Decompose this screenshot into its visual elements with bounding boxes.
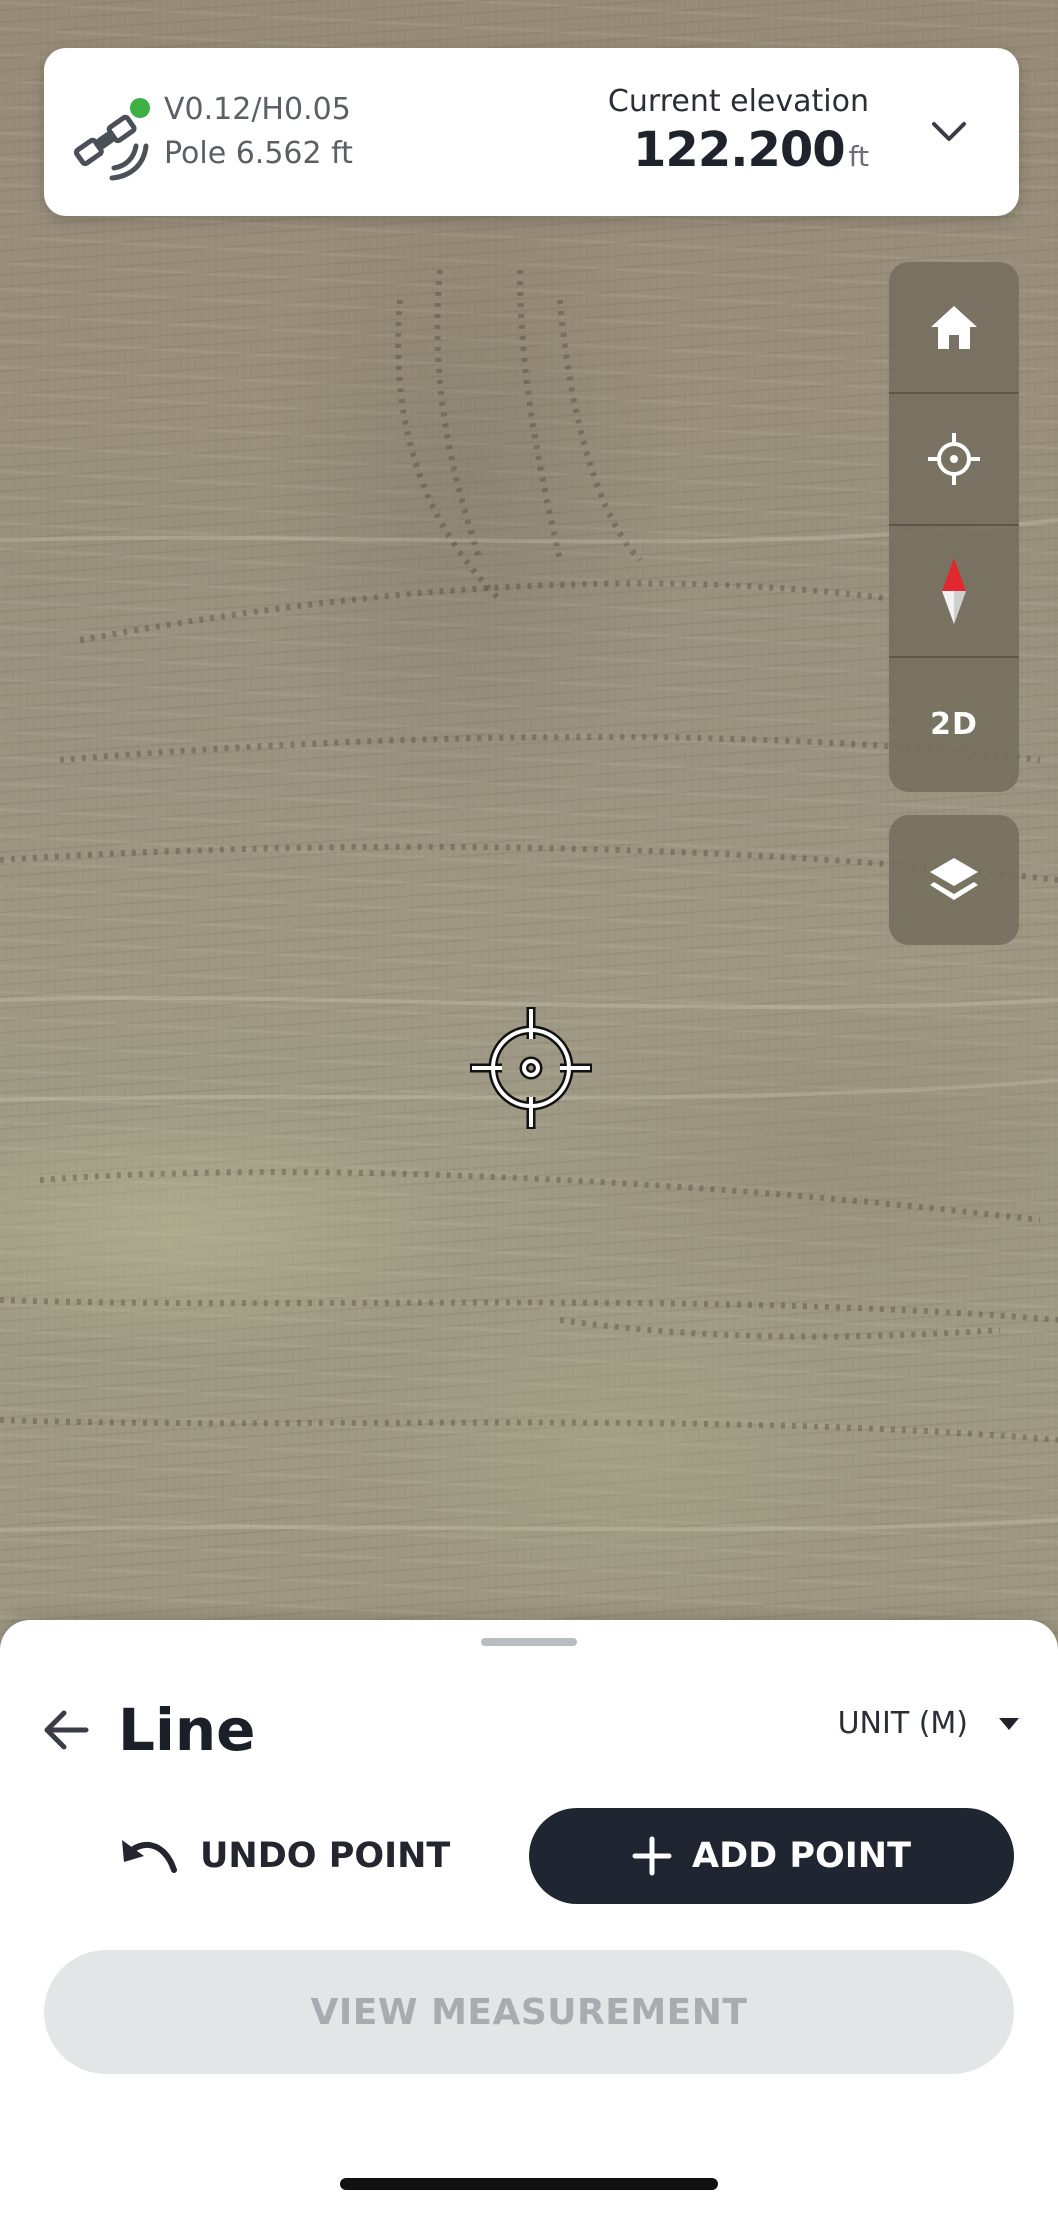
locate-me-button[interactable]: [889, 394, 1019, 526]
sheet-title: Line: [118, 1696, 256, 1764]
pole-height-text: Pole 6.562 ft: [164, 136, 353, 171]
home-button[interactable]: [889, 262, 1019, 394]
chevron-down-icon: [932, 122, 966, 141]
measure-line-sheet: Line UNIT (M) UNDO POINT ADD POINT VIEW …: [0, 1620, 1058, 2217]
elevation-label: Current elevation: [607, 84, 869, 119]
add-point-label: ADD POINT: [692, 1836, 911, 1876]
add-point-button[interactable]: ADD POINT: [529, 1808, 1014, 1904]
sheet-grabber[interactable]: [481, 1638, 577, 1646]
locate-crosshair-icon: [928, 433, 980, 485]
plus-icon: [632, 1836, 672, 1876]
expand-status-button[interactable]: [919, 102, 979, 162]
compass-button[interactable]: [889, 526, 1019, 658]
arrow-left-icon: [44, 1710, 89, 1750]
satellite-signal-icon: [73, 98, 150, 181]
gnss-status-card[interactable]: V0.12/H0.05 Pole 6.562 ft Current elevat…: [44, 48, 1019, 216]
back-button[interactable]: [34, 1698, 98, 1762]
elevation-readout: 122.200 ft: [633, 122, 869, 178]
caret-down-icon: [999, 1717, 1019, 1730]
home-icon: [931, 306, 977, 349]
undo-point-label: UNDO POINT: [200, 1836, 451, 1876]
compass-icon: [942, 558, 966, 624]
unit-dropdown[interactable]: UNIT (M): [838, 1706, 1020, 1741]
layers-icon: [930, 858, 978, 900]
undo-point-button[interactable]: UNDO POINT: [120, 1808, 450, 1904]
elevation-unit: ft: [848, 140, 869, 173]
layers-button[interactable]: [889, 815, 1019, 945]
unit-label: UNIT (M): [837, 1706, 968, 1741]
map-controls: 2D: [889, 262, 1019, 792]
target-crosshair-icon: [470, 1007, 592, 1129]
view-measurement-button[interactable]: VIEW MEASUREMENT: [44, 1950, 1014, 2074]
undo-icon: [122, 1840, 177, 1873]
accuracy-text: V0.12/H0.05: [164, 92, 351, 127]
view-mode-2d-button[interactable]: 2D: [889, 658, 1019, 790]
gnss-info: V0.12/H0.05 Pole 6.562 ft: [164, 88, 353, 176]
screen: V0.12/H0.05 Pole 6.562 ft Current elevat…: [0, 0, 1058, 2217]
home-indicator[interactable]: [340, 2178, 718, 2190]
elevation-value: 122.200: [633, 122, 846, 178]
